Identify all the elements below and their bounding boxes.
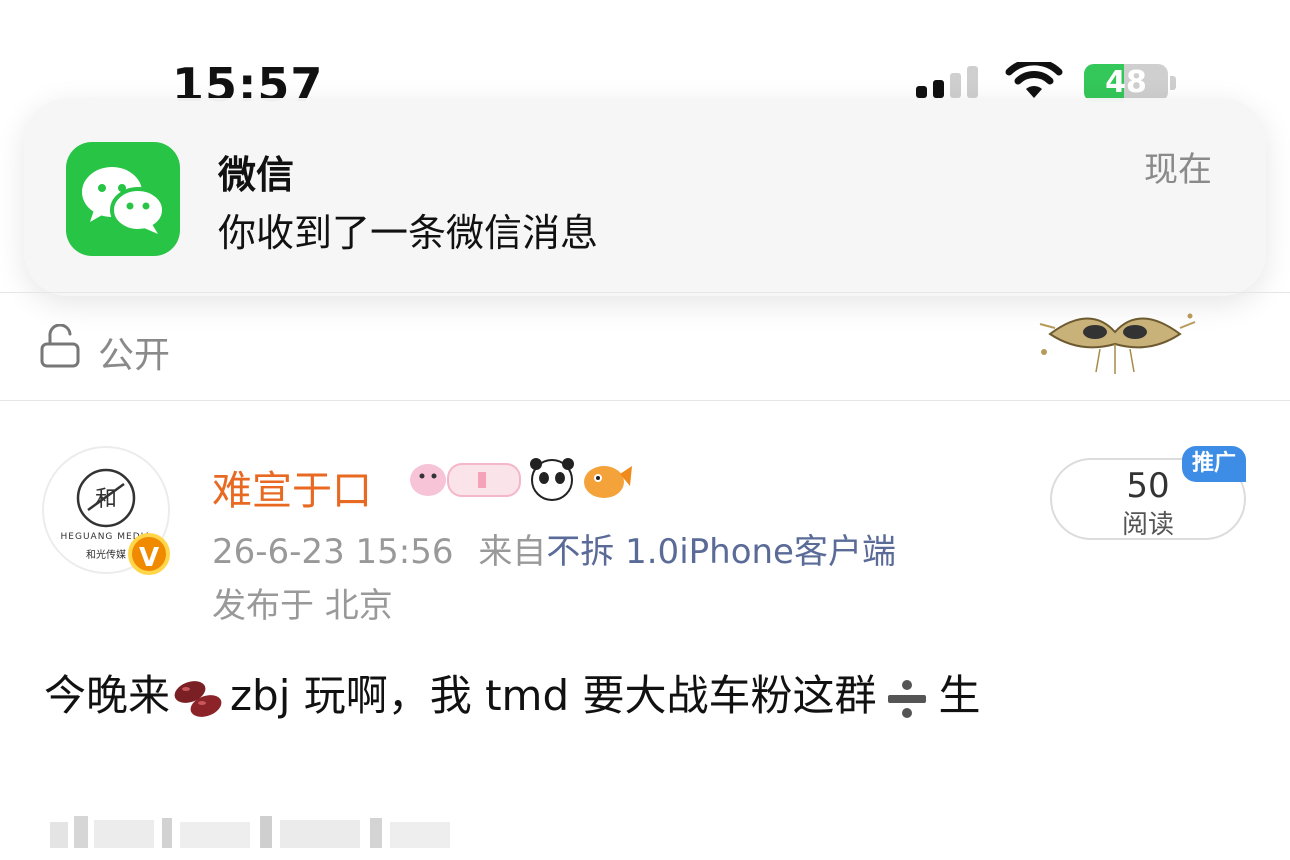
divider-top [0, 292, 1290, 293]
divider-middle [0, 400, 1290, 401]
verified-badge: V [128, 533, 170, 575]
unlock-icon [40, 324, 80, 368]
battery-tip [1170, 76, 1176, 90]
wechat-icon [66, 142, 180, 256]
notification-app-name: 微信 [218, 153, 295, 197]
post-body-part2: zbj 玩啊，我 tmd 要大战车粉这群 [230, 671, 877, 720]
red-beans-icon [174, 680, 222, 717]
notification-banner[interactable]: 微信 你收到了一条微信消息 现在 [24, 98, 1266, 296]
wifi-icon [1005, 62, 1063, 98]
post-location: 发布于 北京 [212, 586, 393, 626]
notification-message: 你收到了一条微信消息 [218, 211, 599, 255]
masquerade-mask-icon [1039, 313, 1196, 374]
svg-text:和: 和 [95, 487, 117, 512]
battery-indicator: 48 [1084, 64, 1168, 102]
badge-emojis-icon [410, 458, 632, 501]
promo-tag: 推广 [1182, 446, 1246, 482]
read-label: 阅读 [1121, 510, 1174, 540]
notification-time: 现在 [1144, 150, 1212, 190]
post-source-link[interactable]: 不拆 1.0iPhone客户端 [546, 532, 896, 572]
post-body-part3: 生 [938, 671, 981, 720]
divide-sign-icon [888, 679, 927, 718]
post-username[interactable]: 难宣于口 [212, 458, 372, 516]
post-from-prefix: 来自 [478, 532, 547, 572]
visibility-label: 公开 [98, 335, 171, 376]
battery-percent: 48 [1105, 65, 1147, 100]
partial-content-blur [50, 816, 450, 848]
post-date: 26-6-23 15:56 [212, 532, 454, 572]
post-body-part1: 今晚来 [44, 671, 171, 720]
post-body: 今晚来 zbj 玩啊，我 tmd 要大战车粉这群 生 [44, 662, 981, 724]
post-meta: 26-6-23 15:56 来自不拆 1.0iPhone客户端 [212, 524, 896, 573]
cellular-signal-icon [916, 66, 978, 98]
